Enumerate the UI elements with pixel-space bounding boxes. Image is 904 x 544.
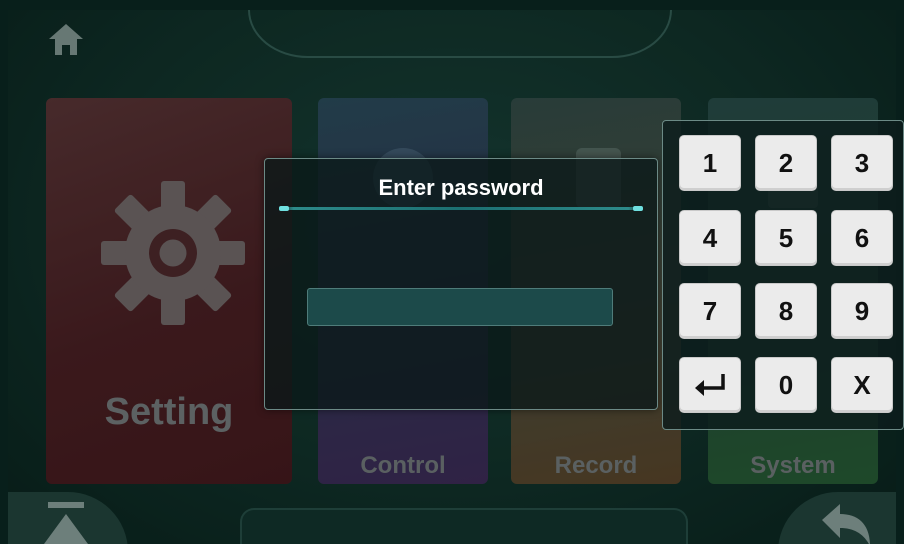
key-6[interactable]: 6 [831,210,893,266]
key-3[interactable]: 3 [831,135,893,191]
key-1[interactable]: 1 [679,135,741,191]
key-0[interactable]: 0 [755,357,817,413]
password-input[interactable] [307,288,613,326]
key-2[interactable]: 2 [755,135,817,191]
dialog-divider [279,206,643,211]
dialog-title: Enter password [378,175,544,200]
key-7[interactable]: 7 [679,283,741,339]
enter-arrow-icon [695,374,725,396]
key-4[interactable]: 4 [679,210,741,266]
key-8[interactable]: 8 [755,283,817,339]
numeric-keypad: 1 2 3 4 5 6 7 8 9 0 X [662,120,904,430]
key-5[interactable]: 5 [755,210,817,266]
clear-key[interactable]: X [831,357,893,413]
password-dialog: Enter password [264,158,658,410]
enter-key[interactable] [679,357,741,413]
key-9[interactable]: 9 [831,283,893,339]
